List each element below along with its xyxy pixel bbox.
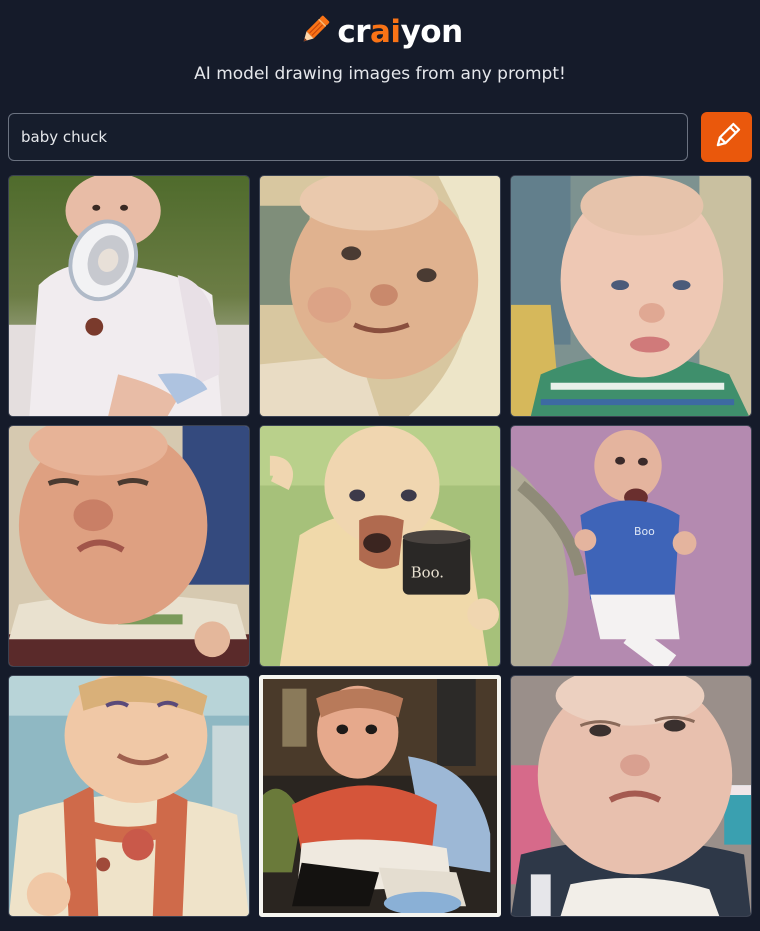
result-image-7[interactable] [8,675,250,917]
pencil-logo-icon [297,12,333,52]
result-image-9[interactable] [510,675,752,917]
prompt-input[interactable] [8,113,688,161]
result-image-1[interactable] [8,175,250,417]
pencil-icon [712,121,742,154]
result-image-2[interactable] [259,175,501,417]
result-image-5[interactable]: Boo. [259,425,501,667]
brand-name: craiyon [337,14,463,50]
tagline: AI model drawing images from any prompt! [194,64,566,84]
result-image-4[interactable] [8,425,250,667]
results-grid: Boo. Boo [8,175,752,917]
result-image-6[interactable]: Boo [510,425,752,667]
brand-logo[interactable]: craiyon [0,12,760,52]
result-image-8[interactable] [259,675,501,917]
result-image-3[interactable] [510,175,752,417]
draw-button[interactable] [701,112,752,162]
shirt-caption: Boo [634,525,655,538]
mug-caption: Boo. [411,564,444,582]
